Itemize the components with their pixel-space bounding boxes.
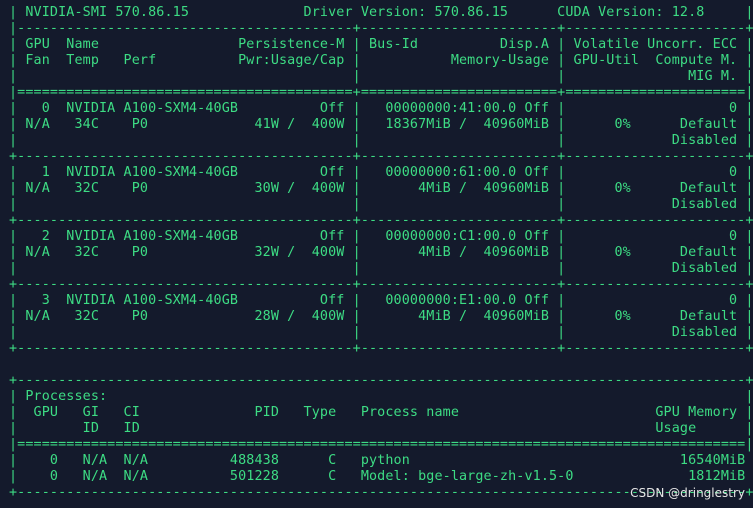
terminal-line: | N/A 32C P0 30W / 400W | 4MiB / 40960Mi… (9, 181, 753, 196)
terminal-line: | | | MIG M. | (9, 69, 753, 84)
terminal-line: | N/A 34C P0 41W / 400W | 18367MiB / 409… (9, 117, 753, 132)
terminal-line: | N/A 32C P0 32W / 400W | 4MiB / 40960Mi… (9, 245, 753, 260)
terminal-window[interactable]: | NVIDIA-SMI 570.86.15 Driver Version: 5… (0, 0, 753, 508)
terminal-line: +---------------------------------------… (9, 341, 753, 356)
csdn-watermark: CSDN @dringlestry (630, 486, 745, 500)
terminal-line: | 0 N/A N/A 488438 C python 16540MiB | (9, 453, 753, 468)
terminal-line: | 0 NVIDIA A100-SXM4-40GB Off | 00000000… (9, 101, 753, 116)
terminal-line: | | | Disabled | (9, 133, 753, 148)
terminal-line: | 1 NVIDIA A100-SXM4-40GB Off | 00000000… (9, 165, 753, 180)
terminal-line: | 0 N/A N/A 501228 C Model: bge-large-zh… (9, 469, 753, 484)
terminal-line: +---------------------------------------… (9, 149, 753, 164)
terminal-line: | 3 NVIDIA A100-SXM4-40GB Off | 00000000… (9, 293, 753, 308)
terminal-line: |---------------------------------------… (9, 21, 753, 36)
terminal-line: | 2 NVIDIA A100-SXM4-40GB Off | 00000000… (9, 229, 753, 244)
terminal-line: | GPU Name Persistence-M | Bus-Id Disp.A… (9, 37, 753, 52)
nvidia-smi-output[interactable]: | NVIDIA-SMI 570.86.15 Driver Version: 5… (9, 5, 753, 501)
terminal-line: | ID ID Usage | (9, 421, 753, 436)
terminal-line: +---------------------------------------… (9, 373, 753, 388)
terminal-line: | GPU GI CI PID Type Process name GPU Me… (9, 405, 753, 420)
terminal-line: | N/A 32C P0 28W / 400W | 4MiB / 40960Mi… (9, 309, 753, 324)
terminal-line: | Processes: | (9, 389, 753, 404)
terminal-line: +---------------------------------------… (9, 213, 753, 228)
terminal-line: | | | Disabled | (9, 261, 753, 276)
terminal-line: |=======================================… (9, 85, 753, 100)
terminal-line: |=======================================… (9, 437, 753, 452)
terminal-line: | NVIDIA-SMI 570.86.15 Driver Version: 5… (9, 5, 753, 20)
terminal-line: | | | Disabled | (9, 325, 753, 340)
terminal-line: +---------------------------------------… (9, 277, 753, 292)
terminal-line: | Fan Temp Perf Pwr:Usage/Cap | Memory-U… (9, 53, 753, 68)
terminal-line: | | | Disabled | (9, 197, 753, 212)
